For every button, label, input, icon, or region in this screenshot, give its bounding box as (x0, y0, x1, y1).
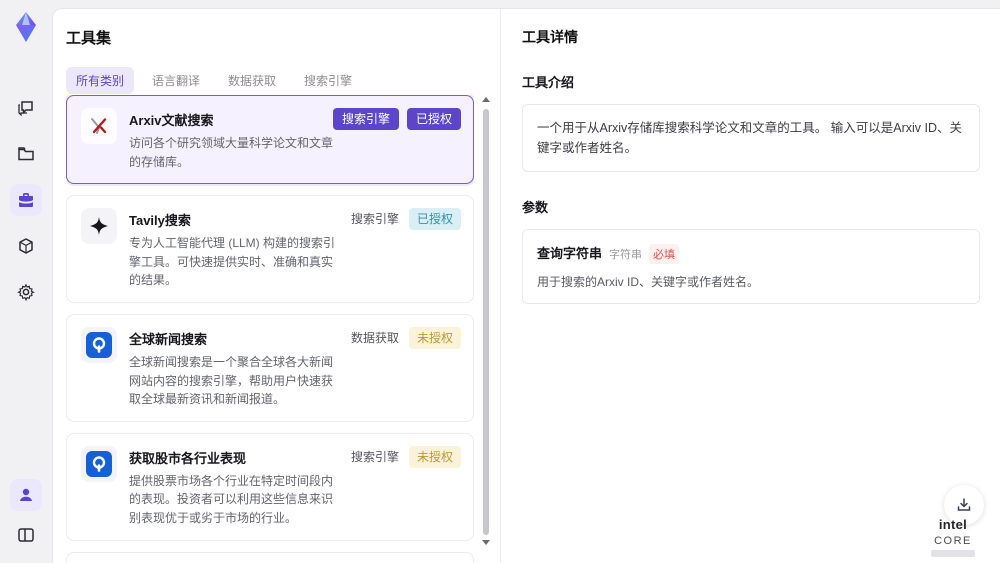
params-section-title: 参数 (522, 200, 549, 215)
list-scrollbar[interactable] (482, 97, 490, 553)
scroll-up-arrow[interactable] (482, 97, 490, 102)
param-name: 查询字符串 (537, 246, 603, 261)
sidebar-item-toolbox[interactable] (10, 184, 42, 216)
core-logo-text: CORE (934, 535, 972, 547)
briefcase-icon (16, 190, 36, 210)
tool-card[interactable]: 获取股市各行业表现 提供股票市场各个行业在特定时间段内的表现。投资者可以利用这些… (66, 432, 474, 541)
sidebar-item-chat[interactable] (10, 92, 42, 124)
tool-card[interactable]: Tavily搜索 专为人工智能代理 (LLM) 构建的搜索引擎工具。可快速提供实… (66, 195, 474, 303)
tool-card[interactable]: Arxiv文献搜索 访问各个研究领域大量科学论文和文章的存储库。 搜索引擎 已授… (66, 95, 474, 185)
cube-icon (16, 236, 36, 256)
tab-2[interactable]: 数据获取 (218, 67, 286, 94)
auth-status-badge: 已授权 (406, 108, 461, 130)
tool-name: 获取股市各行业表现 (129, 450, 247, 466)
category-tag: 搜索引擎 (350, 212, 399, 227)
sidebar-rail (0, 0, 52, 563)
sidebar-bottom (10, 479, 42, 551)
app-logo (9, 10, 43, 44)
tool-description: 全球新闻搜索是一个聚合全球各大新闻网站内容的搜索引擎，帮助用户快速获取全球最新资… (129, 354, 334, 407)
tab-3[interactable]: 搜索引擎 (294, 67, 362, 94)
tool-description: 专为人工智能代理 (LLM) 构建的搜索引擎工具。可快速提供实时、准确和真实的结… (129, 236, 336, 288)
tool-tags: 数据获取 未授权 (349, 326, 461, 349)
gear-icon (16, 282, 36, 302)
intro-section-title: 工具介绍 (522, 75, 575, 90)
intel-core-logo: intel CORE (922, 517, 984, 547)
tool-description: 提供股票市场各个行业在特定时间段内的表现。投资者可以利用这些信息来识别表现优于或… (129, 473, 334, 525)
scrollbar-thumb[interactable] (483, 109, 489, 535)
sidebar-item-files[interactable] (10, 138, 42, 170)
intel-logo-text: intel (938, 517, 968, 532)
tool-name: Tavily搜索 (129, 213, 191, 229)
scroll-down-arrow[interactable] (482, 540, 490, 545)
sidebar-item-settings[interactable] (10, 276, 42, 308)
intel-core-badge: intel CORE (922, 517, 984, 557)
tool-card[interactable]: 获取市场最活跃股票信息 提供当天交易量最高的股票列表，投资者可以利用这些信息来识… (66, 551, 474, 563)
tool-name: Arxiv文献搜索 (129, 113, 214, 128)
tool-name: 全球新闻搜索 (129, 331, 208, 347)
details-title: 工具详情 (522, 29, 578, 45)
category-tag: 数据获取 (350, 330, 399, 345)
download-icon (955, 496, 973, 514)
intro-box: 一个用于从Arxiv存储库搜索科学论文和文章的工具。 输入可以是Arxiv ID… (522, 104, 980, 172)
sidebar-item-plugins[interactable] (10, 230, 42, 262)
arxiv-logo-icon (81, 108, 117, 144)
category-tabs: 所有类别 语言翻译 数据获取 搜索引擎 (66, 67, 500, 94)
tavily-logo-icon (81, 208, 117, 245)
tool-details-panel: 工具详情 工具介绍 一个用于从Arxiv存储库搜索科学论文和文章的工具。 输入可… (502, 9, 1000, 563)
processor-badge (931, 550, 975, 557)
auth-status-badge: 未授权 (408, 326, 461, 349)
sidebar-item-collapse[interactable] (10, 519, 42, 551)
tool-tags: 搜索引擎 已授权 (332, 108, 461, 130)
page-title: 工具集 (66, 30, 112, 47)
auth-status-badge: 已授权 (408, 208, 461, 231)
param-description: 用于搜索的Arxiv ID、关键字或作者姓名。 (537, 275, 760, 289)
param-type: 字符串 (609, 249, 643, 261)
category-tag: 搜索引擎 (350, 449, 399, 464)
param-header: 查询字符串 字符串 必填 (537, 243, 965, 264)
sidebar-items (10, 92, 42, 308)
param-required-badge: 必填 (649, 244, 680, 264)
content-area: 工具集 所有类别 语言翻译 数据获取 搜索引擎 Arxiv文献搜索 访问各个研究领域大… (52, 8, 1000, 563)
folder-icon (16, 144, 36, 164)
tool-tags: 搜索引擎 已授权 (349, 208, 461, 231)
param-box: 查询字符串 字符串 必填 用于搜索的Arxiv ID、关键字或作者姓名。 (522, 229, 980, 304)
chat-icon (16, 98, 36, 118)
tool-list: Arxiv文献搜索 访问各个研究领域大量科学论文和文章的存储库。 搜索引擎 已授… (66, 95, 474, 563)
tool-tags: 搜索引擎 未授权 (349, 445, 461, 468)
tools-panel: 工具集 所有类别 语言翻译 数据获取 搜索引擎 Arxiv文献搜索 访问各个研究领域大… (53, 9, 501, 563)
tab-1[interactable]: 语言翻译 (142, 67, 210, 94)
q-search-logo-icon (81, 445, 117, 482)
user-icon (17, 486, 35, 504)
category-tag: 搜索引擎 (332, 108, 399, 130)
auth-status-badge: 未授权 (408, 445, 461, 468)
tool-description: 访问各个研究领域大量科学论文和文章的存储库。 (129, 136, 334, 169)
q-search-logo-icon (81, 326, 117, 363)
tab-0[interactable]: 所有类别 (66, 67, 135, 94)
sidebar-item-account[interactable] (10, 479, 42, 511)
panel-icon (16, 525, 36, 545)
tool-card[interactable]: 全球新闻搜索 全球新闻搜索是一个聚合全球各大新闻网站内容的搜索引擎，帮助用户快速… (66, 313, 474, 422)
